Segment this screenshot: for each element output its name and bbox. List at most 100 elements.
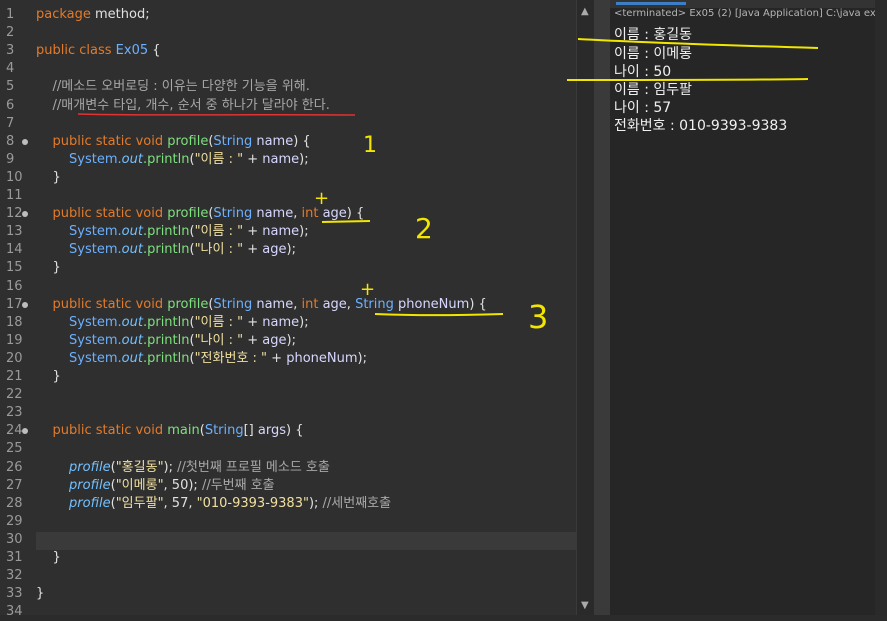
code-token: , xyxy=(346,297,356,312)
code-token: System. xyxy=(36,152,122,167)
code-token: , 50); xyxy=(163,478,202,493)
code-token: age xyxy=(322,297,347,312)
code-line[interactable]: System.out.println("나이 : " + age); xyxy=(36,332,296,350)
code-token: profile xyxy=(167,297,209,312)
code-line[interactable]: System.out.println("이름 : " + name); xyxy=(36,314,309,332)
code-token: "임두팔" xyxy=(115,496,164,511)
console-scrollbar[interactable] xyxy=(875,0,887,615)
code-token: + xyxy=(243,315,263,330)
code-token: "010-9393-9383" xyxy=(196,496,309,511)
code-token: int xyxy=(301,206,323,221)
code-line[interactable]: System.out.println("이름 : " + name); xyxy=(36,223,309,241)
code-token: .println xyxy=(142,333,190,348)
line-number: 4 xyxy=(6,61,15,76)
code-token: out xyxy=(121,315,143,330)
code-line[interactable]: } xyxy=(36,169,61,187)
code-token: System. xyxy=(36,315,122,330)
code-token: //두번째 호출 xyxy=(201,478,275,493)
code-line[interactable]: profile("이메롱", 50); //두번째 호출 xyxy=(36,477,275,495)
code-token: ) { xyxy=(469,297,487,312)
editor-scrollbar[interactable]: ▲ ▼ xyxy=(576,0,595,615)
code-token: out xyxy=(121,152,143,167)
line-number: 3 xyxy=(6,43,15,58)
code-token: + xyxy=(267,351,287,366)
code-token: + xyxy=(243,224,263,239)
override-marker-icon[interactable] xyxy=(22,139,28,145)
code-token: name xyxy=(262,152,300,167)
code-line[interactable]: //메소드 오버로딩 : 이유는 다양한 기능을 위해. xyxy=(36,78,310,96)
code-line[interactable]: System.out.println("이름 : " + name); xyxy=(36,151,309,169)
code-line[interactable]: } xyxy=(36,368,61,386)
code-line[interactable]: profile("홍길동"); //첫번째 프로필 메소드 호출 xyxy=(36,459,330,477)
code-area[interactable]: package method; public class Ex05 { //메소드… xyxy=(36,0,576,615)
override-marker-icon[interactable] xyxy=(22,302,28,308)
scroll-down-icon[interactable]: ▼ xyxy=(581,600,589,611)
code-token: "홍길동" xyxy=(115,460,164,475)
code-token: ); xyxy=(299,315,309,330)
line-number: 14 xyxy=(6,242,23,257)
line-number: 21 xyxy=(6,369,23,384)
code-token: name xyxy=(262,224,300,239)
line-number: 19 xyxy=(6,333,23,348)
console-line: 이름 : 임두팔 xyxy=(614,82,693,98)
code-line[interactable]: System.out.println("전화번호 : " + phoneNum)… xyxy=(36,350,367,368)
code-editor[interactable]: 1 2 3 4 5 6 7 8 9 10 11 12 13 14 15 16 17 18 19 20 21 22 23 24 2… xyxy=(0,0,576,619)
code-line[interactable]: profile("임두팔", 57, "010-9393-9383"); //세… xyxy=(36,495,391,513)
line-number: 9 xyxy=(6,152,15,167)
code-token: String xyxy=(213,206,257,221)
console-tab-indicator xyxy=(616,2,686,5)
code-token: .println xyxy=(142,242,190,257)
line-number: 30 xyxy=(6,532,23,547)
line-number: 32 xyxy=(6,568,23,583)
override-marker-icon[interactable] xyxy=(22,211,28,217)
pane-divider[interactable] xyxy=(594,0,610,615)
code-token: out xyxy=(121,351,143,366)
line-number: 23 xyxy=(6,405,23,420)
line-number: 34 xyxy=(6,604,23,619)
code-line[interactable]: //매개변수 타입, 개수, 순서 중 하나가 달라야 한다. xyxy=(36,97,330,115)
code-line[interactable]: public class Ex05 { xyxy=(36,42,161,60)
code-line[interactable]: } xyxy=(36,585,44,603)
code-token: ); xyxy=(286,333,296,348)
console-line: 나이 : 50 xyxy=(614,64,672,80)
code-token: "나이 : " xyxy=(194,333,244,348)
line-number: 27 xyxy=(6,478,23,493)
line-number: 29 xyxy=(6,514,23,529)
code-token: System. xyxy=(36,224,122,239)
code-token: .println xyxy=(142,152,190,167)
code-token: "이메롱" xyxy=(115,478,164,493)
code-token: ); xyxy=(299,152,309,167)
code-token: "이름 : " xyxy=(194,152,244,167)
code-token: System. xyxy=(36,242,122,257)
code-line[interactable]: package method; xyxy=(36,6,150,24)
code-line[interactable]: public static void profile(String name, … xyxy=(36,296,487,314)
line-number: 28 xyxy=(6,496,23,511)
code-line[interactable]: public static void profile(String name) … xyxy=(36,133,311,151)
code-token: ); xyxy=(286,242,296,257)
code-token: name xyxy=(262,315,300,330)
code-line[interactable]: System.out.println("나이 : " + age); xyxy=(36,241,296,259)
code-line[interactable]: } xyxy=(36,259,61,277)
console-line: 전화번호 : 010-9393-9383 xyxy=(614,118,788,134)
code-token: //매개변수 타입, 개수, 순서 중 하나가 달라야 한다. xyxy=(36,98,330,113)
line-number: 6 xyxy=(6,98,15,113)
code-line[interactable]: public static void profile(String name, … xyxy=(36,205,365,223)
code-token: String xyxy=(213,134,257,149)
code-line[interactable]: public static void main(String[] args) { xyxy=(36,422,304,440)
code-token: age xyxy=(262,333,287,348)
console-line: 나이 : 57 xyxy=(614,100,672,116)
override-marker-icon[interactable] xyxy=(22,428,28,434)
code-token: phoneNum xyxy=(286,351,358,366)
line-number: 15 xyxy=(6,260,23,275)
code-token: int xyxy=(301,297,323,312)
code-token: + xyxy=(243,242,263,257)
code-token: out xyxy=(121,333,143,348)
line-number: 20 xyxy=(6,351,23,366)
code-token: name xyxy=(256,206,294,221)
code-token: .println xyxy=(142,224,190,239)
code-token: //첫번째 프로필 메소드 호출 xyxy=(177,460,330,475)
line-number: 10 xyxy=(6,170,23,185)
code-line[interactable]: } xyxy=(36,549,61,567)
scroll-up-icon[interactable]: ▲ xyxy=(581,6,589,17)
code-token: public static void xyxy=(36,134,168,149)
